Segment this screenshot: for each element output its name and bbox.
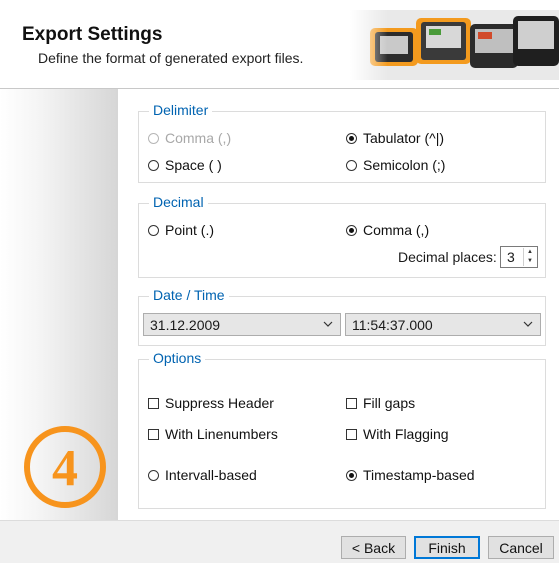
svg-text:4: 4 <box>52 440 78 497</box>
chevron-down-icon <box>523 317 533 334</box>
wizard-header: Export Settings Define the format of gen… <box>0 0 559 88</box>
step-number-icon: 4 <box>24 426 106 508</box>
radio-semicolon[interactable]: Semicolon (;) <box>346 157 445 173</box>
datetime-legend: Date / Time <box>149 287 229 303</box>
decimal-group: Decimal <box>138 194 546 278</box>
checkbox-indicator <box>148 428 159 440</box>
delimiter-legend: Delimiter <box>149 102 213 118</box>
radio-indicator <box>346 224 357 236</box>
spin-up-icon[interactable]: ▲ <box>524 248 536 257</box>
option-label: Timestamp-based <box>363 467 475 483</box>
radio-indicator <box>148 224 159 236</box>
decimal-places-label: Decimal places: <box>398 249 497 265</box>
radio-timestamp-based[interactable]: Timestamp-based <box>346 467 475 483</box>
radio-indicator <box>346 469 357 481</box>
page-subtitle: Define the format of generated export fi… <box>38 50 304 66</box>
radio-comma-delimiter: Comma (,) <box>148 130 231 146</box>
checkbox-indicator <box>346 428 357 440</box>
decimal-places-spinner[interactable]: 3 ▲ ▼ <box>500 246 538 268</box>
radio-indicator <box>148 159 159 171</box>
decimal-legend: Decimal <box>149 194 208 210</box>
radio-space[interactable]: Space ( ) <box>148 157 222 173</box>
checkbox-indicator <box>148 397 159 409</box>
radio-point[interactable]: Point (.) <box>148 222 214 238</box>
radio-intervall-based[interactable]: Intervall-based <box>148 467 257 483</box>
spin-down-icon[interactable]: ▼ <box>524 257 536 266</box>
radio-indicator <box>148 132 159 144</box>
option-label: Comma (,) <box>165 130 232 146</box>
checkbox-fill-gaps[interactable]: Fill gaps <box>346 395 415 411</box>
cancel-button[interactable]: Cancel <box>488 536 554 559</box>
option-label: Space ( ) <box>165 157 222 173</box>
option-label: Intervall-based <box>165 467 257 483</box>
finish-button[interactable]: Finish <box>414 536 480 559</box>
checkbox-suppress-header[interactable]: Suppress Header <box>148 395 274 411</box>
options-legend: Options <box>149 350 206 366</box>
spinner-value: 3 <box>507 249 515 265</box>
combo-value: 11:54:37.000 <box>352 317 433 333</box>
time-format-combobox[interactable]: 11:54:37.000 <box>345 313 541 336</box>
radio-indicator <box>148 469 159 481</box>
option-label: Semicolon (;) <box>363 157 446 173</box>
date-format-combobox[interactable]: 31.12.2009 <box>143 313 341 336</box>
radio-tabulator[interactable]: Tabulator (^|) <box>346 130 444 146</box>
option-label: Comma (,) <box>363 222 430 238</box>
checkbox-with-flagging[interactable]: With Flagging <box>346 426 449 442</box>
radio-indicator <box>346 132 357 144</box>
option-label: With Linenumbers <box>165 426 278 442</box>
option-label: Point (.) <box>165 222 215 238</box>
checkbox-indicator <box>346 397 357 409</box>
page-title: Export Settings <box>22 24 163 45</box>
radio-comma-decimal[interactable]: Comma (,) <box>346 222 429 238</box>
back-button[interactable]: < Back <box>341 536 406 559</box>
devices-banner-image <box>350 10 559 80</box>
combo-value: 31.12.2009 <box>150 317 221 333</box>
option-label: With Flagging <box>363 426 449 442</box>
option-label: Suppress Header <box>165 395 274 411</box>
spinner-arrows: ▲ ▼ <box>523 248 536 266</box>
chevron-down-icon <box>323 317 333 334</box>
option-label: Fill gaps <box>363 395 416 411</box>
checkbox-with-linenumbers[interactable]: With Linenumbers <box>148 426 278 442</box>
option-label: Tabulator (^|) <box>363 130 445 146</box>
radio-indicator <box>346 159 357 171</box>
